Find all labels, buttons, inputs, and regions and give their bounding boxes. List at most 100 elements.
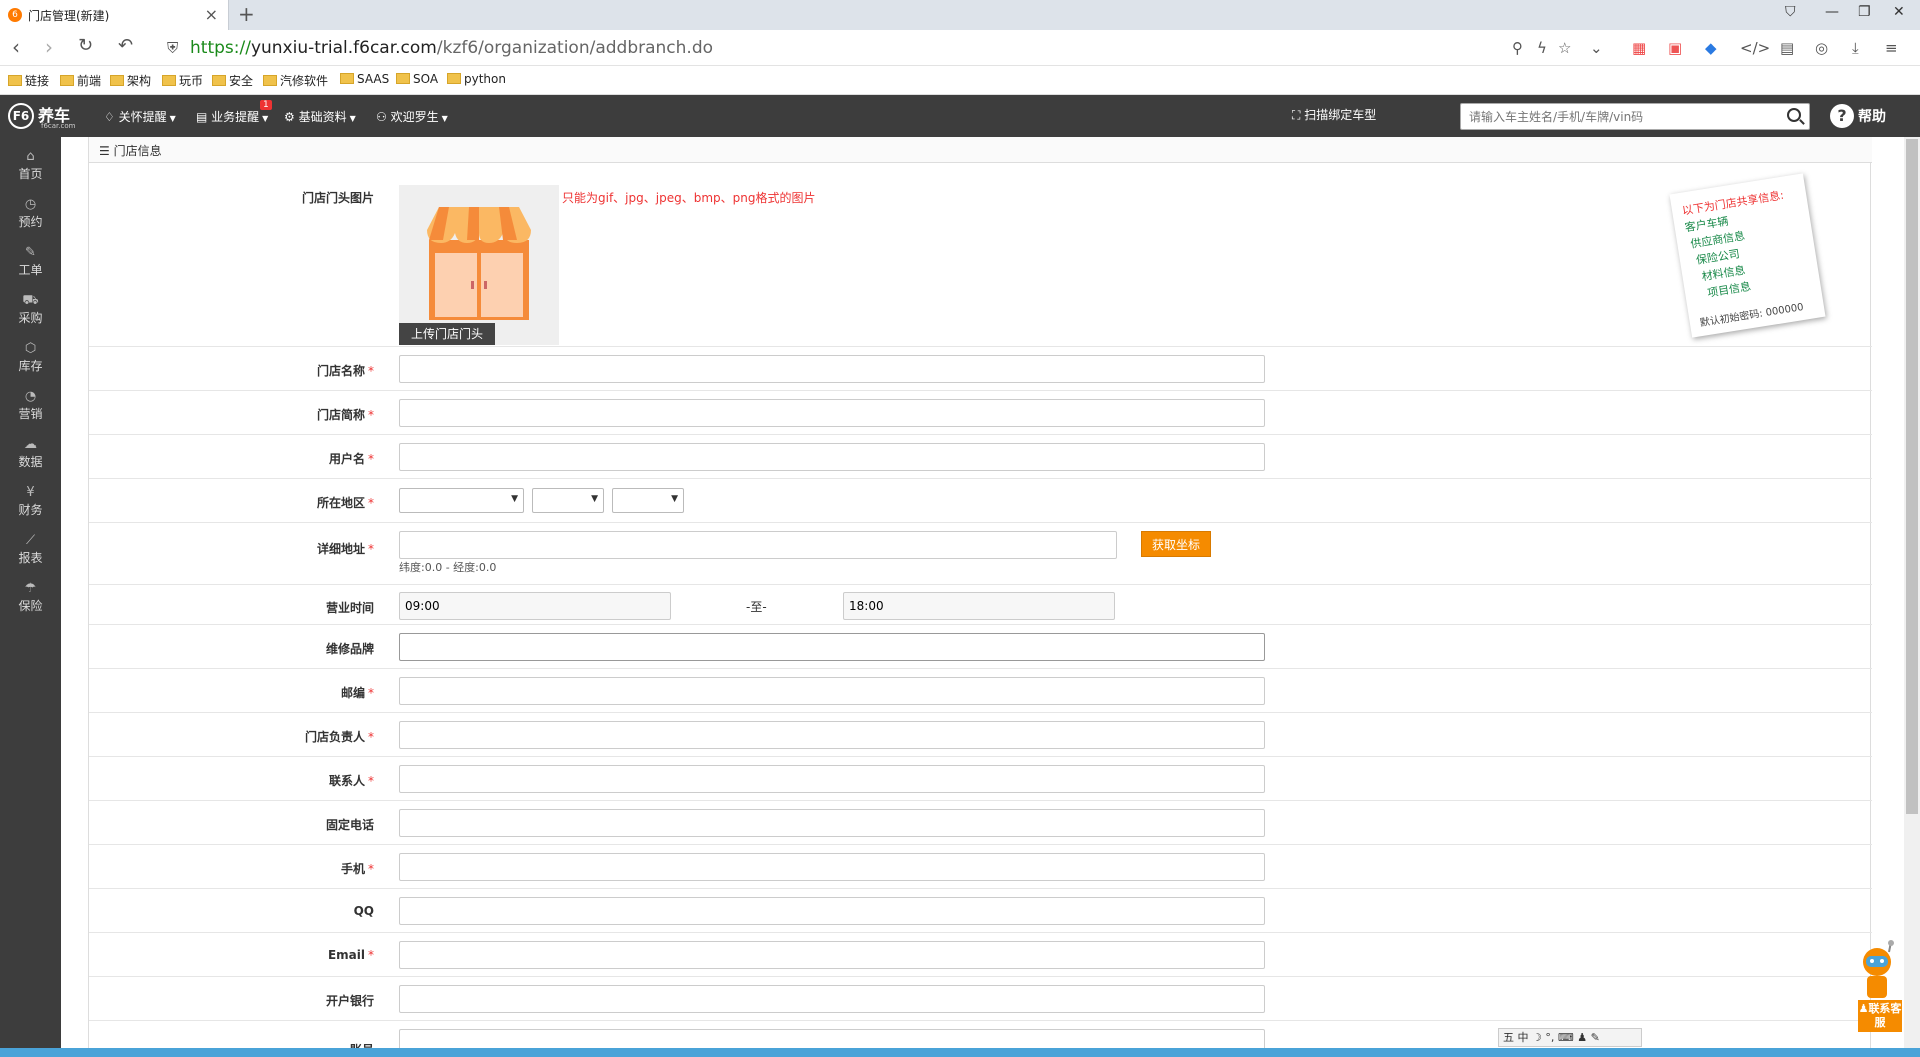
menu-business-reminder[interactable]: ▤ 业务提醒 ▼: [196, 108, 268, 125]
contact-support-button[interactable]: ♟联系客服: [1858, 1000, 1902, 1032]
hours-separator: -至-: [746, 600, 767, 614]
hours-end-input[interactable]: [844, 593, 1114, 619]
apps-icon[interactable]: ▦: [1632, 39, 1646, 57]
required-mark: *: [368, 542, 374, 556]
shirt-icon[interactable]: ⛉: [1785, 4, 1796, 20]
umbrella-icon: ☂: [24, 581, 37, 596]
reload-icon[interactable]: ↻: [78, 35, 93, 56]
forward-icon[interactable]: ›: [45, 35, 53, 59]
sidebar-item-data[interactable]: ☁ 数据: [0, 437, 61, 470]
translate-icon[interactable]: ◆: [1705, 39, 1717, 57]
extension-icon[interactable]: ▣: [1668, 39, 1682, 57]
sidebar-item-insurance[interactable]: ☂ 保险: [0, 581, 61, 614]
bank-input[interactable]: [400, 986, 1264, 1012]
form-row-email: Email *: [89, 933, 1872, 977]
qq-input[interactable]: [400, 898, 1264, 924]
zip-input[interactable]: [400, 678, 1264, 704]
search-icon[interactable]: [1787, 108, 1801, 122]
main-content: ☰ 门店信息 门店门头图片 上传门店门头 只能为gif、jpg、jpeg、bmp…: [88, 137, 1872, 1057]
sidebar-item-inventory[interactable]: ⬡ 库存: [0, 341, 61, 374]
sidebar-item-home[interactable]: ⌂ 首页: [0, 149, 61, 182]
district-select[interactable]: ▼: [612, 488, 684, 513]
bookmark-label: 玩币: [179, 74, 204, 88]
bookmark-label: 链接: [25, 74, 50, 88]
lightning-icon[interactable]: ϟ: [1537, 39, 1547, 57]
folder-icon: [340, 73, 354, 84]
bookmark-item[interactable]: SOA: [396, 72, 438, 86]
window-close-icon[interactable]: ✕: [1893, 4, 1905, 20]
brand-input[interactable]: [400, 634, 1264, 660]
devtools-icon[interactable]: </>: [1740, 39, 1770, 57]
mobile-input[interactable]: [400, 854, 1264, 880]
folder-icon: [263, 75, 277, 86]
bookmark-item[interactable]: 玩币: [162, 72, 203, 89]
sidebar-item-reports[interactable]: ⟋ 报表: [0, 533, 61, 566]
browser-tab[interactable]: 6 门店管理(新建) ×: [0, 0, 229, 30]
zoom-icon[interactable]: ⚲: [1512, 39, 1523, 57]
sidebar-item-finance[interactable]: ¥ 财务: [0, 485, 61, 518]
hours-start-field: [399, 592, 671, 620]
global-search-input[interactable]: [1461, 104, 1771, 129]
account-icon[interactable]: ◎: [1815, 39, 1828, 57]
phone-input[interactable]: [400, 810, 1264, 836]
wrench-icon: ✎: [25, 245, 36, 260]
contact-input[interactable]: [400, 766, 1264, 792]
store-name-input[interactable]: [400, 356, 1264, 382]
folder-icon: [162, 75, 176, 86]
form-row-zip: 邮编 *: [89, 669, 1872, 713]
back-icon[interactable]: ‹: [12, 35, 20, 59]
app-logo[interactable]: F6 养车 f6car.com: [8, 101, 80, 131]
username-input[interactable]: [400, 444, 1264, 470]
contact-field: [399, 765, 1265, 793]
shield-icon[interactable]: ⛨: [167, 39, 178, 57]
manager-input[interactable]: [400, 722, 1264, 748]
image-format-hint: 只能为gif、jpg、jpeg、bmp、png格式的图片: [562, 191, 816, 205]
restore-icon[interactable]: ❐: [1858, 4, 1871, 20]
address-input[interactable]: [400, 532, 1116, 558]
sidebar-item-booking[interactable]: ◷ 预约: [0, 197, 61, 230]
sidebar-item-marketing[interactable]: ◔ 营销: [0, 389, 61, 422]
chat-label: 联系客服: [1868, 1002, 1902, 1029]
global-search: [1460, 103, 1810, 130]
url-field[interactable]: https://yunxiu-trial.f6car.com/kzf6/orga…: [190, 38, 713, 58]
menu-user[interactable]: ⚇ 欢迎罗生 ▼: [376, 108, 448, 125]
sidebar-label: 数据: [18, 455, 43, 469]
bookmark-item[interactable]: 链接: [8, 72, 49, 89]
bookmark-item[interactable]: SAAS: [340, 72, 389, 86]
province-select[interactable]: ▼: [399, 488, 524, 513]
zip-label: 邮编 *: [89, 684, 374, 701]
bookmark-item[interactable]: 前端: [60, 72, 101, 89]
download-icon[interactable]: ⤓: [1852, 39, 1859, 57]
storefront-image[interactable]: 上传门店门头: [399, 185, 559, 345]
help-icon: ?: [1830, 104, 1854, 128]
star-icon[interactable]: ☆: [1558, 39, 1571, 57]
sidebar: ⌂ 首页 ◷ 预约 ✎ 工单 ⛟ 采购 ⬡ 库存 ◔ 营销 ☁ 数据 ¥ 财务 ⟋ 报表 ☂ 保险: [0, 137, 61, 1057]
rp-icon[interactable]: ▤: [1780, 39, 1794, 57]
new-tab-icon[interactable]: +: [238, 2, 255, 26]
scan-bind-model-link[interactable]: ⛶ 扫描绑定车型: [1292, 107, 1382, 123]
page-scrollbar[interactable]: [1904, 137, 1920, 1057]
ime-toolbar[interactable]: 五 中 ☽ °, ⌨ ♟ ✎: [1498, 1028, 1642, 1047]
scrollbar-thumb[interactable]: [1906, 139, 1918, 814]
chevron-down-icon[interactable]: ⌄: [1590, 39, 1603, 57]
bookmark-item[interactable]: python: [447, 72, 506, 86]
hours-start-input[interactable]: [400, 593, 670, 619]
help-link[interactable]: ? 帮助: [1830, 104, 1886, 128]
scan-icon: ⛶: [1292, 108, 1305, 122]
sidebar-item-purchase[interactable]: ⛟ 采购: [0, 293, 61, 326]
get-coords-button[interactable]: 获取坐标: [1141, 531, 1211, 557]
store-short-input[interactable]: [400, 400, 1264, 426]
menu-icon[interactable]: ≡: [1885, 39, 1898, 57]
bookmark-item[interactable]: 安全: [212, 72, 253, 89]
upload-storefront-button[interactable]: 上传门店门头: [399, 323, 495, 345]
minimize-icon[interactable]: —: [1825, 4, 1839, 20]
bookmark-item[interactable]: 架构: [110, 72, 151, 89]
bookmark-item[interactable]: 汽修软件: [263, 72, 328, 89]
menu-care-reminder[interactable]: ♢ 关怀提醒 ▼: [104, 108, 176, 125]
menu-basic-data[interactable]: ⚙ 基础资料 ▼: [284, 108, 356, 125]
city-select[interactable]: ▼: [532, 488, 604, 513]
undo-icon[interactable]: ↶: [118, 35, 133, 56]
sidebar-item-workorder[interactable]: ✎ 工单: [0, 245, 61, 278]
email-input[interactable]: [400, 942, 1264, 968]
tab-close-icon[interactable]: ×: [205, 5, 218, 24]
